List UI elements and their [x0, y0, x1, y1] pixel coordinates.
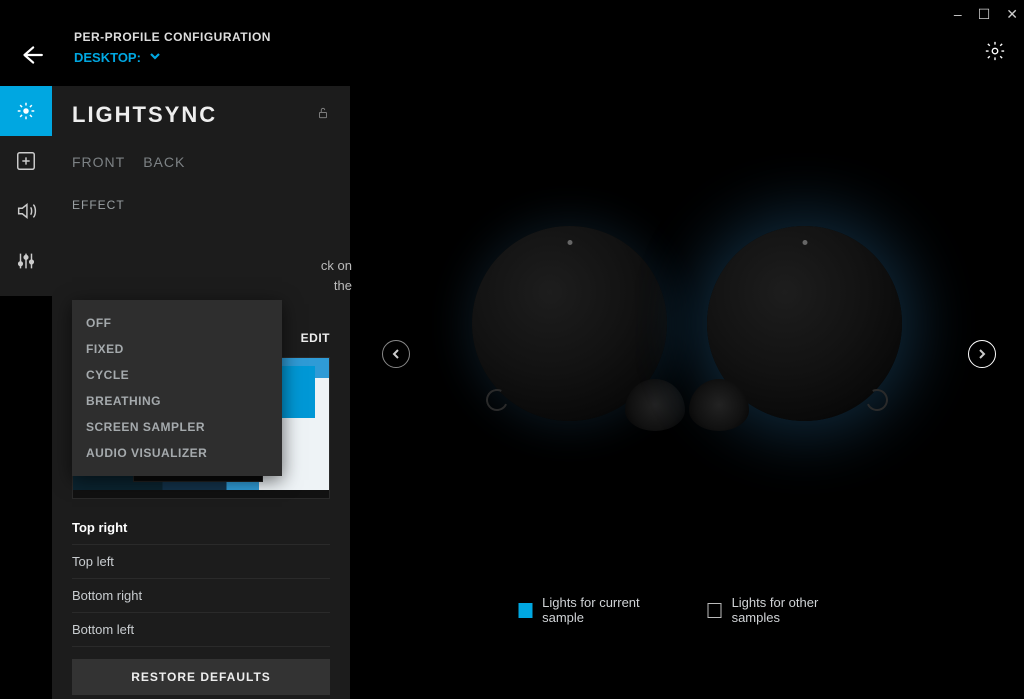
zone-bottom-right[interactable]: Bottom right — [72, 579, 330, 613]
chevron-down-icon — [149, 50, 161, 65]
rail-volume-icon[interactable] — [0, 186, 52, 236]
panel-title: LIGHTSYNC — [72, 102, 330, 128]
speaker-right — [707, 226, 902, 421]
close-button[interactable]: ✕ — [1006, 6, 1018, 23]
minimize-button[interactable]: – — [954, 6, 962, 23]
effect-option-audio-visualizer[interactable]: AUDIO VISUALIZER — [72, 440, 282, 466]
zone-top-left[interactable]: Top left — [72, 545, 330, 579]
header-title: PER-PROFILE CONFIGURATION — [74, 30, 271, 44]
effect-help: ck on the — [72, 256, 352, 295]
viewer-prev-button[interactable] — [382, 340, 410, 368]
tab-front[interactable]: FRONT — [72, 154, 125, 170]
restore-defaults-button[interactable]: RESTORE DEFAULTS — [72, 659, 330, 695]
speaker-render — [472, 196, 902, 456]
device-viewer: Lights for current sample Lights for oth… — [350, 86, 1024, 699]
zone-top-right[interactable]: Top right — [72, 511, 330, 545]
zone-tabs: FRONT BACK — [72, 154, 330, 170]
legend-other-samples[interactable]: Lights for other samples — [708, 595, 856, 625]
window-controls: – ☐ ✕ — [954, 6, 1018, 23]
effect-option-screen-sampler[interactable]: SCREEN SAMPLER — [72, 414, 282, 440]
settings-gear-icon[interactable] — [984, 40, 1006, 67]
legend-other-label: Lights for other samples — [732, 595, 856, 625]
effect-label: EFFECT — [72, 198, 330, 212]
rail-add-icon[interactable] — [0, 136, 52, 186]
back-arrow-icon[interactable] — [18, 42, 44, 73]
zone-bottom-left[interactable]: Bottom left — [72, 613, 330, 647]
effect-option-cycle[interactable]: CYCLE — [72, 362, 282, 388]
effect-option-fixed[interactable]: FIXED — [72, 336, 282, 362]
effect-option-breathing[interactable]: BREATHING — [72, 388, 282, 414]
effect-option-off[interactable]: OFF — [72, 310, 282, 336]
profile-selector[interactable]: DESKTOP: — [74, 50, 271, 65]
lock-icon[interactable] — [316, 106, 330, 125]
maximize-button[interactable]: ☐ — [978, 6, 991, 23]
legend-current-label: Lights for current sample — [542, 595, 670, 625]
viewer-legend: Lights for current sample Lights for oth… — [519, 595, 856, 625]
legend-current-sample[interactable]: Lights for current sample — [519, 595, 670, 625]
rail-equalizer-icon[interactable] — [0, 236, 52, 286]
app-window: – ☐ ✕ PER-PROFILE CONFIGURATION DESKTOP:… — [0, 0, 1024, 699]
speaker-left — [472, 226, 667, 421]
effect-dropdown[interactable]: OFF FIXED CYCLE BREATHING SCREEN SAMPLER… — [72, 300, 282, 476]
viewer-next-button[interactable] — [968, 340, 996, 368]
edit-button[interactable]: EDIT — [301, 331, 330, 345]
rail-lightsync-icon[interactable] — [0, 86, 52, 136]
logo-g-icon — [483, 386, 511, 414]
tab-back[interactable]: BACK — [143, 154, 185, 170]
checkbox-checked-icon[interactable] — [519, 603, 533, 618]
checkbox-unchecked-icon[interactable] — [708, 603, 722, 618]
profile-name: DESKTOP: — [74, 50, 141, 65]
logo-g-icon — [863, 386, 891, 414]
header: PER-PROFILE CONFIGURATION DESKTOP: — [74, 30, 271, 65]
help-text-frag-a: ck on — [321, 258, 352, 273]
left-rail — [0, 86, 52, 296]
zone-list: Top right Top left Bottom right Bottom l… — [72, 511, 330, 647]
